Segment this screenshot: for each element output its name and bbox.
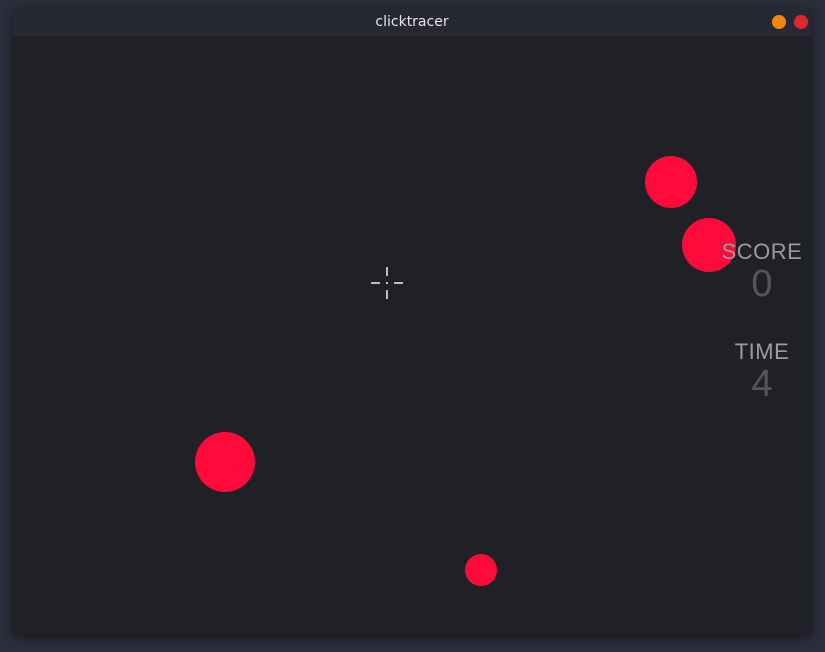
minimize-button[interactable] [772,15,786,29]
score-panel: SCORE 0 [712,239,812,305]
crosshair-icon [371,267,403,299]
score-label: SCORE [721,239,803,264]
target-circle[interactable] [195,432,255,492]
time-panel: TIME 4 [712,339,812,405]
window-title: clicktracer [375,14,449,30]
target-circle[interactable] [465,554,497,586]
title-bar[interactable]: clicktracer [12,8,812,36]
close-button[interactable] [794,15,808,29]
time-label: TIME [734,339,790,364]
game-canvas[interactable]: SCORE 0 TIME 4 [12,36,812,636]
target-circle[interactable] [645,156,697,208]
time-value: 4 [751,363,773,405]
score-value: 0 [751,263,773,305]
app-window: clicktracer SCORE 0 TIME 4 [12,8,812,636]
